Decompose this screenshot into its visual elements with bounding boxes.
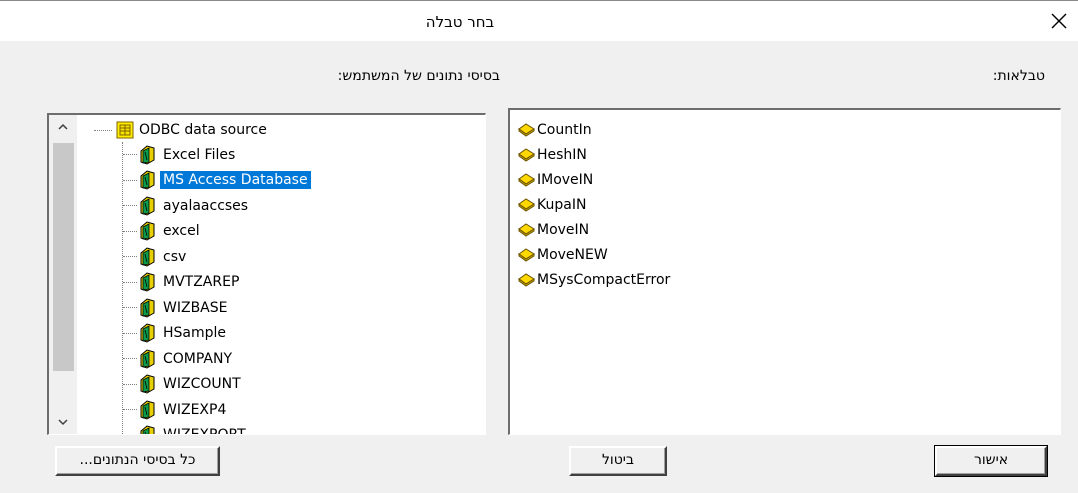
tree-node-label: MS Access Database — [160, 171, 311, 190]
table-item[interactable]: MoveNEW — [518, 242, 670, 267]
tree-node[interactable]: WIZCOUNT — [123, 372, 311, 398]
database-icon — [140, 196, 155, 216]
table-item-label: HeshIN — [537, 146, 587, 163]
tree-root-label: ODBC data source — [139, 122, 267, 138]
tree-node-list: Excel Files MS Access Database ayalaaccs… — [122, 142, 311, 434]
tree-node-label: Excel Files — [163, 146, 236, 163]
vertical-scrollbar[interactable] — [49, 115, 77, 434]
databases-label: בסיסי נתונים של המשתמש: — [337, 68, 500, 84]
table-item-label: KupaIN — [537, 196, 587, 213]
odbc-source-icon — [116, 121, 134, 139]
table-item-label: IMoveIN — [537, 171, 594, 188]
table-item[interactable]: HeshIN — [518, 142, 670, 167]
table-icon — [518, 197, 535, 212]
tree-node-label: excel — [163, 223, 200, 240]
tree-node-label: HSample — [163, 325, 227, 342]
tree-connector — [94, 129, 112, 131]
tree-root[interactable]: ODBC data source — [94, 119, 267, 141]
table-icon — [518, 122, 535, 137]
chevron-up-icon[interactable] — [57, 121, 69, 133]
tree-node[interactable]: excel — [123, 219, 311, 245]
table-item-label: MoveNEW — [537, 246, 608, 263]
database-icon — [140, 272, 155, 292]
table-item-label: CountIn — [537, 121, 592, 138]
table-item[interactable]: CountIn — [518, 117, 670, 142]
table-icon — [518, 247, 535, 262]
database-icon — [140, 221, 155, 241]
database-icon — [140, 298, 155, 318]
dialog-title: בחר טבלה — [425, 13, 495, 31]
database-icon — [140, 145, 155, 165]
chevron-down-icon[interactable] — [57, 416, 69, 428]
table-item-label: MoveIN — [537, 221, 590, 238]
table-icon — [518, 147, 535, 162]
database-icon — [140, 425, 155, 434]
ok-button[interactable]: אישור — [934, 445, 1048, 477]
cancel-button[interactable]: ביטול — [569, 446, 667, 476]
table-item[interactable]: IMoveIN — [518, 167, 670, 192]
tree-node-label: WIZEXP4 — [163, 401, 227, 418]
tree-node[interactable]: csv — [123, 244, 311, 270]
tree-node[interactable]: HSample — [123, 321, 311, 347]
tree-node[interactable]: WIZEXPORT — [123, 423, 311, 434]
tree-node-label: MVTZAREP — [163, 274, 240, 291]
tree-node[interactable]: ayalaaccses — [123, 193, 311, 219]
tree-node[interactable]: MS Access Database — [123, 168, 311, 194]
tree-node[interactable]: WIZEXP4 — [123, 397, 311, 423]
tree-node-label: WIZEXPORT — [160, 426, 249, 434]
tables-label: טבלאות: — [992, 68, 1045, 84]
table-icon — [518, 172, 535, 187]
all-databases-button[interactable]: כל בסיסי הנתונים... — [55, 446, 220, 476]
tree-node-label: csv — [163, 248, 187, 265]
close-button[interactable] — [1048, 10, 1070, 32]
tree-node[interactable]: WIZBASE — [123, 295, 311, 321]
table-item[interactable]: MoveIN — [518, 217, 670, 242]
tree-node[interactable]: COMPANY — [123, 346, 311, 372]
tree-node-label: COMPANY — [163, 350, 233, 367]
table-item[interactable]: KupaIN — [518, 192, 670, 217]
close-icon — [1051, 13, 1067, 29]
tree-node-label: WIZCOUNT — [163, 376, 241, 393]
table-icon — [518, 222, 535, 237]
tree-node[interactable]: Excel Files — [123, 142, 311, 168]
scrollbar-thumb[interactable] — [53, 143, 74, 371]
tree-node-label: WIZBASE — [163, 299, 228, 316]
title-bar: בחר טבלה — [0, 0, 1078, 41]
database-icon — [140, 400, 155, 420]
database-tree[interactable]: ODBC data source Excel Files MS Access D… — [47, 113, 486, 435]
tree-node[interactable]: MVTZAREP — [123, 270, 311, 296]
table-item-label: MSysCompactError — [537, 271, 671, 288]
database-icon — [140, 170, 155, 190]
tree-node-label: ayalaaccses — [163, 197, 249, 214]
table-items: CountIn HeshIN IMoveIN KupaIN MoveIN Mov… — [518, 117, 670, 292]
tables-list[interactable]: CountIn HeshIN IMoveIN KupaIN MoveIN Mov… — [508, 108, 1061, 435]
database-icon — [140, 374, 155, 394]
database-icon — [140, 349, 155, 369]
table-icon — [518, 272, 535, 287]
table-item[interactable]: MSysCompactError — [518, 267, 670, 292]
database-icon — [140, 323, 155, 343]
database-icon — [140, 247, 155, 267]
